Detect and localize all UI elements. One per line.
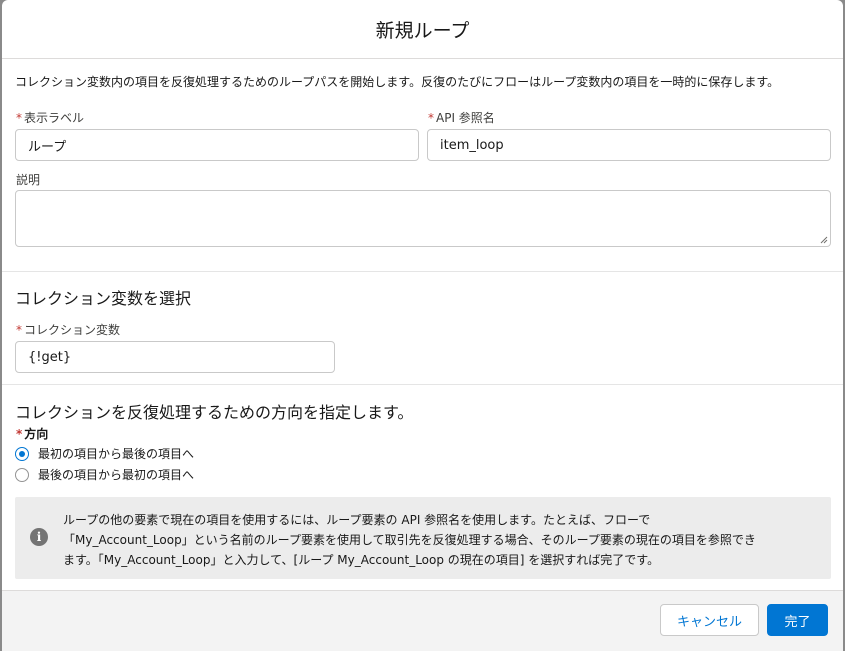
modal-title: 新規ループ — [375, 19, 470, 42]
collection-variable-label-text: コレクション変数 — [24, 323, 121, 337]
label-field-label-text: 表示ラベル — [24, 111, 85, 125]
direction-label-text: 方向 — [24, 427, 49, 441]
description-field-label: 説明 — [16, 173, 41, 187]
api-name-field-label-text: API 参照名 — [436, 111, 495, 125]
direction-option-label: 最後の項目から最初の項目へ — [38, 468, 195, 482]
required-mark: * — [16, 427, 23, 441]
radio-button[interactable] — [15, 467, 29, 482]
new-loop-modal: 新規ループ コレクション変数内の項目を反復処理するためのループパスを開始します。… — [2, 0, 843, 651]
section-divider — [2, 384, 843, 385]
collection-variable-value: {!get} — [28, 349, 72, 365]
modal-description: コレクション変数内の項目を反復処理するためのループパスを開始します。反復のたびに… — [15, 75, 780, 89]
info-icon: i — [30, 528, 48, 546]
collection-variable-input[interactable]: {!get} — [15, 341, 335, 373]
label-input[interactable]: ループ — [15, 129, 419, 161]
collection-variable-label: * コレクション変数 — [16, 321, 120, 338]
modal-header: 新規ループ — [2, 0, 843, 59]
modal-footer: キャンセル 完了 — [2, 590, 843, 651]
done-button[interactable]: 完了 — [767, 604, 828, 636]
info-box: i ループの他の要素で現在の項目を使用するには、ループ要素の API 参照名を使… — [15, 497, 831, 579]
modal-body: コレクション変数内の項目を反復処理するためのループパスを開始します。反復のたびに… — [2, 59, 843, 591]
label-input-value: ループ — [28, 139, 67, 155]
api-name-field-label: * API 参照名 — [428, 109, 495, 126]
required-mark: * — [16, 323, 22, 337]
api-name-input[interactable]: item_loop — [427, 129, 831, 161]
direction-label: * 方向 — [16, 425, 48, 442]
section-divider — [2, 271, 843, 272]
info-text-line: ます。「My_Account_Loop」と入力して、[ループ My_Accoun… — [63, 553, 660, 567]
collection-section-title: コレクション変数を選択 — [15, 289, 192, 308]
label-field-label: * 表示ラベル — [16, 109, 84, 126]
direction-option-first-to-last[interactable]: 最初の項目から最後の項目へ — [15, 445, 194, 462]
direction-option-label: 最初の項目から最後の項目へ — [38, 447, 195, 461]
radio-button-selected[interactable] — [15, 446, 29, 461]
direction-option-last-to-first[interactable]: 最後の項目から最初の項目へ — [15, 466, 194, 483]
required-mark: * — [428, 111, 434, 125]
api-name-input-value: item_loop — [440, 137, 504, 153]
info-text-line: 「My_Account_Loop」という名前のループ要素を使用して取引先を反復処… — [63, 533, 756, 547]
cancel-button[interactable]: キャンセル — [660, 604, 759, 636]
info-text: ループの他の要素で現在の項目を使用するには、ループ要素の API 参照名を使用し… — [63, 510, 813, 570]
info-text-line: ループの他の要素で現在の項目を使用するには、ループ要素の API 参照名を使用し… — [63, 513, 651, 527]
description-textarea[interactable] — [15, 190, 831, 247]
required-mark: * — [16, 111, 22, 125]
resize-grip-icon[interactable] — [820, 236, 828, 244]
direction-section-title: コレクションを反復処理するための方向を指定します。 — [15, 403, 414, 422]
